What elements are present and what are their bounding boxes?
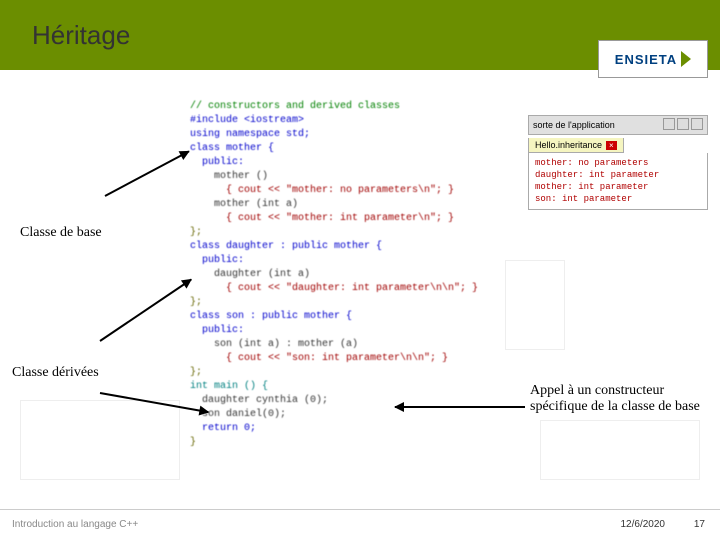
decorative-rect [540,420,700,480]
footer-page-number: 17 [694,519,705,530]
logo: ENSIETA [598,40,708,78]
annotation-derived-classes: Classe dérivées [12,365,152,381]
window-icon [691,118,703,130]
terminal-line: mother: int parameter [535,181,701,193]
code-line: class mother { [190,142,520,156]
code-line: daughter (int a) [190,268,520,282]
code-line: } [190,436,520,450]
terminal-window: sorte de l'application Hello.inheritance… [528,115,708,210]
code-line: }; [190,366,520,380]
code-line: int main () { [190,380,520,394]
terminal-tab-label: Hello.inheritance [535,140,602,150]
code-line: { cout << "son: int parameter\n\n"; } [190,352,520,366]
terminal-line: daughter: int parameter [535,169,701,181]
annotation-constructor-call: Appel à un constructeur spécifique de la… [530,383,710,415]
footer-divider [0,509,720,510]
code-line: son (int a) : mother (a) [190,338,520,352]
terminal-output: mother: no parameters daughter: int para… [528,153,708,210]
code-line: class daughter : public mother { [190,240,520,254]
code-line: #include <iostream> [190,114,520,128]
footer-subtitle: Introduction au langage C++ [12,519,138,530]
window-icon [663,118,675,130]
code-line: public: [190,324,520,338]
code-line: // constructors and derived classes [190,100,520,114]
code-line: class son : public mother { [190,310,520,324]
logo-triangle-icon [681,51,691,67]
slide-title: Héritage [32,20,130,51]
code-line: { cout << "mother: no parameters\n"; } [190,184,520,198]
window-icon [677,118,689,130]
terminal-tab: Hello.inheritance × [528,138,624,153]
decorative-rect [20,400,180,480]
code-line: public: [190,156,520,170]
logo-text: ENSIETA [615,52,677,67]
code-line: mother () [190,170,520,184]
arrow-icon [395,406,525,408]
code-line: { cout << "daughter: int parameter\n\n";… [190,282,520,296]
code-line: public: [190,254,520,268]
code-line: return 0; [190,422,520,436]
arrow-icon [105,151,190,197]
code-line: { cout << "mother: int parameter\n"; } [190,212,520,226]
terminal-line: mother: no parameters [535,157,701,169]
arrow-icon [99,279,191,342]
terminal-line: son: int parameter [535,193,701,205]
code-line: }; [190,296,520,310]
terminal-title-text: sorte de l'application [533,120,615,130]
terminal-title-icons [661,118,703,132]
footer-date: 12/6/2020 [621,519,666,530]
code-line: son daniel(0); [190,408,520,422]
code-line: using namespace std; [190,128,520,142]
code-line: mother (int a) [190,198,520,212]
annotation-base-class: Classe de base [20,225,160,241]
close-icon: × [606,141,617,150]
code-listing: // constructors and derived classes #inc… [190,100,520,450]
code-line: }; [190,226,520,240]
terminal-titlebar: sorte de l'application [528,115,708,135]
